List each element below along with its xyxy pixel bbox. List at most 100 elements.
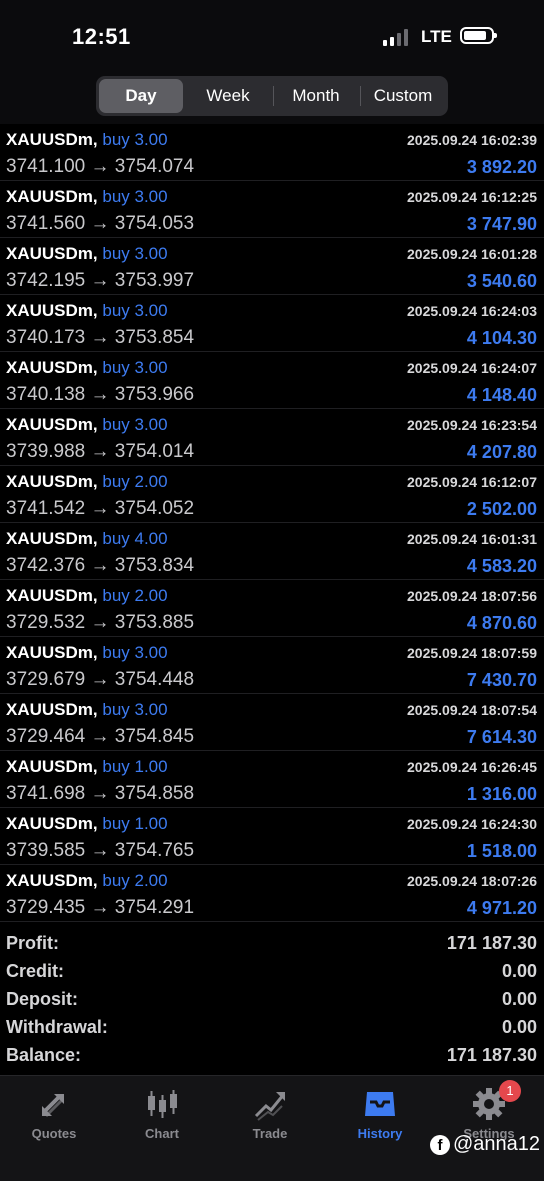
- trade-symbol: XAUUSDm,: [6, 586, 98, 605]
- trade-symbol: XAUUSDm,: [6, 700, 98, 719]
- trade-datetime: 2025.09.24 18:07:54: [407, 702, 537, 718]
- tab-custom[interactable]: Custom: [361, 79, 445, 113]
- trade-symbol: XAUUSDm,: [6, 529, 98, 548]
- tab-month[interactable]: Month: [274, 79, 358, 113]
- summary-withdrawal: Withdrawal: 0.00: [0, 1015, 544, 1043]
- trade-datetime: 2025.09.24 16:24:03: [407, 303, 537, 319]
- trade-row[interactable]: XAUUSDm, buy 2.00 3741.542 → 3754.052 20…: [0, 466, 544, 523]
- nav-label: Trade: [252, 1126, 288, 1141]
- trade-prices: 3729.435 → 3754.291: [6, 897, 195, 918]
- summary-credit: Credit: 0.00: [0, 959, 544, 987]
- trade-side: buy 4.00: [102, 529, 168, 548]
- trade-prices: 3740.173 → 3753.854: [6, 327, 195, 348]
- trade-title: XAUUSDm, buy 3.00: [6, 130, 168, 150]
- trade-prices: 3739.988 → 3754.014: [6, 441, 195, 462]
- trade-profit: 2 502.00: [466, 499, 537, 519]
- nav-trade[interactable]: Trade: [216, 1082, 324, 1152]
- trade-datetime: 2025.09.24 16:12:07: [407, 474, 537, 490]
- trade-title: XAUUSDm, buy 3.00: [6, 700, 168, 720]
- trade-row[interactable]: XAUUSDm, buy 2.00 3729.435 → 3754.291 20…: [0, 865, 544, 922]
- trade-profit: 4 971.20: [466, 898, 537, 918]
- trade-datetime: 2025.09.24 16:23:54: [407, 417, 537, 433]
- trade-prices: 3741.542 → 3754.052: [6, 498, 195, 519]
- trade-row[interactable]: XAUUSDm, buy 3.00 3741.100 → 3754.074 20…: [0, 124, 544, 181]
- tab-day[interactable]: Day: [99, 79, 183, 113]
- trade-side: buy 3.00: [102, 643, 168, 662]
- trade-prices: 3742.376 → 3753.834: [6, 555, 195, 576]
- trade-row[interactable]: XAUUSDm, buy 3.00 3729.679 → 3754.448 20…: [0, 637, 544, 694]
- trade-prices: 3741.560 → 3754.053: [6, 213, 195, 234]
- summary-label: Credit:: [6, 961, 64, 981]
- trade-title: XAUUSDm, buy 1.00: [6, 757, 168, 777]
- trade-prices: 3742.195 → 3753.997: [6, 270, 195, 291]
- summary-deposit: Deposit: 0.00: [0, 987, 544, 1015]
- trade-profit: 7 614.30: [466, 727, 537, 747]
- trade-side: buy 3.00: [102, 244, 168, 263]
- trade-profit: 7 430.70: [466, 670, 537, 690]
- trade-title: XAUUSDm, buy 3.00: [6, 415, 168, 435]
- trade-side: buy 3.00: [102, 187, 168, 206]
- inbox-tray-icon: [365, 1092, 395, 1116]
- trade-row[interactable]: XAUUSDm, buy 3.00 3742.195 → 3753.997 20…: [0, 238, 544, 295]
- trade-row[interactable]: XAUUSDm, buy 2.00 3729.532 → 3753.885 20…: [0, 580, 544, 637]
- trade-row[interactable]: XAUUSDm, buy 3.00 3739.988 → 3754.014 20…: [0, 409, 544, 466]
- trade-datetime: 2025.09.24 18:07:26: [407, 873, 537, 889]
- period-tabs-bar: Day Week Month Custom: [0, 72, 544, 124]
- trade-title: XAUUSDm, buy 3.00: [6, 301, 168, 321]
- trade-datetime: 2025.09.24 16:02:39: [407, 132, 537, 148]
- trade-prices: 3729.464 → 3754.845: [6, 726, 195, 747]
- clock: 12:51: [72, 24, 131, 49]
- trade-row[interactable]: XAUUSDm, buy 3.00 3741.560 → 3754.053 20…: [0, 181, 544, 238]
- trade-side: buy 3.00: [102, 130, 168, 149]
- trade-row[interactable]: XAUUSDm, buy 3.00 3740.138 → 3753.966 20…: [0, 352, 544, 409]
- summary-label: Withdrawal:: [6, 1017, 108, 1037]
- trade-profit: 4 148.40: [466, 385, 537, 405]
- trade-symbol: XAUUSDm,: [6, 301, 98, 320]
- trade-prices: 3729.532 → 3753.885: [6, 612, 195, 633]
- bottom-tab-bar: Quotes Chart Trade History 1 Settings: [0, 1075, 544, 1181]
- trade-profit: 4 207.80: [466, 442, 537, 462]
- nav-quotes[interactable]: Quotes: [0, 1082, 108, 1152]
- network-type: LTE: [421, 27, 452, 46]
- trade-row[interactable]: XAUUSDm, buy 1.00 3739.585 → 3754.765 20…: [0, 808, 544, 865]
- nav-chart[interactable]: Chart: [108, 1082, 216, 1152]
- status-bar: 12:51 LTE: [0, 0, 544, 72]
- trade-symbol: XAUUSDm,: [6, 244, 98, 263]
- trade-side: buy 3.00: [102, 700, 168, 719]
- trade-symbol: XAUUSDm,: [6, 757, 98, 776]
- nav-history[interactable]: History: [326, 1082, 434, 1152]
- trade-datetime: 2025.09.24 16:01:28: [407, 246, 537, 262]
- trend-line-icon: [254, 1092, 286, 1121]
- trade-datetime: 2025.09.24 16:24:07: [407, 360, 537, 376]
- trade-prices: 3741.698 → 3754.858: [6, 783, 195, 804]
- trade-datetime: 2025.09.24 16:12:25: [407, 189, 537, 205]
- quotes-arrows-icon: [42, 1094, 64, 1118]
- trade-profit: 1 518.00: [466, 841, 537, 861]
- trade-title: XAUUSDm, buy 2.00: [6, 472, 168, 492]
- trade-row[interactable]: XAUUSDm, buy 4.00 3742.376 → 3753.834 20…: [0, 523, 544, 580]
- trade-history-list: XAUUSDm, buy 3.00 3741.100 → 3754.074 20…: [0, 124, 544, 922]
- trade-datetime: 2025.09.24 18:07:59: [407, 645, 537, 661]
- nav-label: Quotes: [31, 1126, 77, 1141]
- tab-week[interactable]: Week: [186, 79, 270, 113]
- account-summary: Profit: 171 187.30 Credit: 0.00 Deposit:…: [0, 931, 544, 1071]
- trade-row[interactable]: XAUUSDm, buy 3.00 3740.173 → 3753.854 20…: [0, 295, 544, 352]
- trade-symbol: XAUUSDm,: [6, 871, 98, 890]
- trade-side: buy 3.00: [102, 358, 168, 377]
- battery-icon: [460, 27, 497, 44]
- trade-title: XAUUSDm, buy 3.00: [6, 244, 168, 264]
- trade-row[interactable]: XAUUSDm, buy 3.00 3729.464 → 3754.845 20…: [0, 694, 544, 751]
- summary-label: Deposit:: [6, 989, 78, 1009]
- trade-row[interactable]: XAUUSDm, buy 1.00 3741.698 → 3754.858 20…: [0, 751, 544, 808]
- summary-label: Balance:: [6, 1045, 82, 1065]
- trade-side: buy 2.00: [102, 472, 168, 491]
- trade-symbol: XAUUSDm,: [6, 415, 98, 434]
- signal-icon: [383, 28, 413, 46]
- trade-profit: 3 540.60: [466, 271, 537, 291]
- trade-prices: 3729.679 → 3754.448: [6, 669, 195, 690]
- trade-symbol: XAUUSDm,: [6, 643, 98, 662]
- trade-profit: 3 747.90: [466, 214, 537, 234]
- trade-symbol: XAUUSDm,: [6, 472, 98, 491]
- trade-prices: 3741.100 → 3754.074: [6, 156, 195, 177]
- trade-profit: 3 892.20: [466, 157, 537, 177]
